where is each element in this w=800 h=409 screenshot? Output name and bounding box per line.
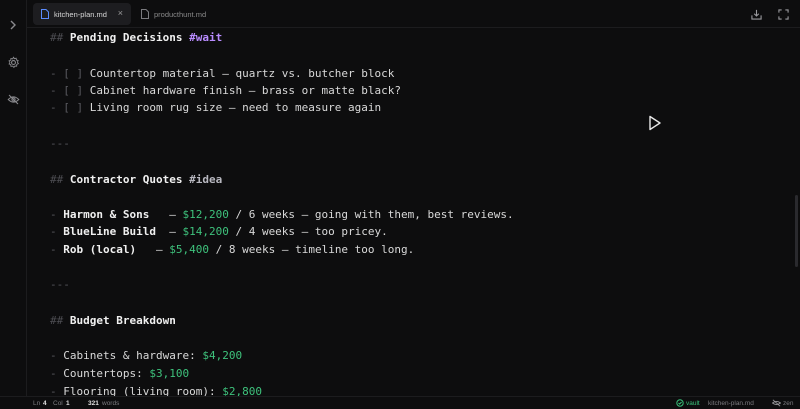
zen-label[interactable]: zen — [783, 400, 793, 407]
heading-marker: ## — [50, 173, 64, 186]
heading-budget-breakdown: ## Budget Breakdown — [50, 314, 176, 327]
vault-icon — [676, 399, 684, 409]
left-rail — [0, 0, 27, 409]
status-file-name: kitchen-plan.md — [708, 400, 754, 407]
scrollbar[interactable] — [795, 195, 798, 267]
status-bar: Ln 4 Col 1 321 words vault kitchen-plan.… — [0, 396, 800, 409]
tab-label: producthunt.md — [154, 9, 207, 19]
vault-label[interactable]: vault — [686, 400, 700, 407]
horizontal-rule: --- — [50, 278, 70, 291]
gear-icon[interactable] — [6, 55, 20, 69]
checkbox[interactable]: [ ] — [63, 84, 83, 97]
task-item[interactable]: - [ ] Cabinet hardware finish — brass or… — [50, 83, 401, 99]
budget-item[interactable]: - Cabinets & hardware: $4,200 — [50, 348, 242, 364]
budget-item[interactable]: - Flooring (living room): $2,800 — [50, 384, 262, 396]
quote-item[interactable]: - Harmon & Sons — $12,200 / 6 weeks — go… — [50, 207, 514, 223]
eye-off-icon[interactable] — [6, 92, 20, 106]
column-label: Col — [53, 400, 63, 407]
zen-icon — [771, 399, 782, 409]
line-label: Ln — [33, 400, 41, 407]
heading-contractor-quotes: ## Contractor Quotes #idea — [50, 173, 223, 186]
chevron-right-icon[interactable] — [6, 18, 20, 32]
checkbox[interactable]: [ ] — [63, 101, 83, 114]
mouse-pointer-icon — [648, 115, 662, 131]
word-count: 321 — [88, 400, 99, 407]
expand-icon[interactable] — [776, 7, 790, 21]
word-count-label: words — [102, 400, 120, 407]
line-number: 4 — [43, 400, 47, 407]
heading-marker: ## — [50, 314, 64, 327]
tab-bar: kitchen-plan.md × producthunt.md — [27, 0, 800, 28]
tag-idea[interactable]: #idea — [189, 173, 222, 186]
budget-item[interactable]: - Countertops: $3,100 — [50, 366, 189, 382]
column-number: 1 — [66, 400, 70, 407]
download-icon[interactable] — [749, 7, 763, 21]
markdown-editor[interactable]: ## Pending Decisions #wait - [ ] Counter… — [50, 28, 788, 396]
quote-item[interactable]: - BlueLine Build — $14,200 / 4 weeks — t… — [50, 224, 388, 240]
tab-kitchen-plan[interactable]: kitchen-plan.md × — [33, 3, 131, 25]
heading-marker: ## — [50, 31, 64, 44]
file-icon — [141, 9, 149, 19]
close-icon[interactable]: × — [118, 9, 123, 18]
heading-pending-decisions: ## Pending Decisions #wait — [50, 31, 223, 44]
tab-producthunt[interactable]: producthunt.md — [133, 3, 243, 25]
tab-label: kitchen-plan.md — [54, 9, 107, 19]
tag-wait[interactable]: #wait — [189, 31, 222, 44]
markdown-file-icon — [41, 9, 49, 19]
task-item[interactable]: - [ ] Living room rug size — need to mea… — [50, 100, 381, 116]
checkbox[interactable]: [ ] — [63, 67, 83, 80]
horizontal-rule: --- — [50, 137, 70, 150]
task-item[interactable]: - [ ] Countertop material — quartz vs. b… — [50, 66, 394, 82]
quote-item[interactable]: - Rob (local) — $5,400 / 8 weeks — timel… — [50, 242, 414, 258]
